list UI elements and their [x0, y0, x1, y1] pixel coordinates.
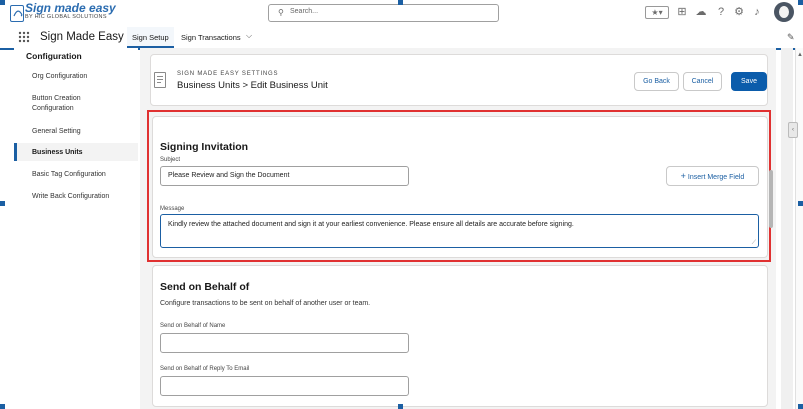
sidebar-item-button-creation[interactable]: Button Creation Configuration	[32, 94, 112, 114]
selection-handle	[798, 201, 803, 206]
trailhead-icon[interactable]: ☁	[695, 6, 707, 18]
search-placeholder: Search...	[290, 8, 319, 15]
selection-handle	[0, 201, 5, 206]
send-on-behalf-heading: Send on Behalf of	[160, 281, 250, 293]
sidebar-item-basic-tag[interactable]: Basic Tag Configuration	[32, 170, 132, 180]
sidebar-item-business-units[interactable]: Business Units	[32, 148, 132, 158]
sidebar-item-write-back[interactable]: Write Back Configuration	[32, 192, 132, 202]
help-icon[interactable]: ?	[715, 6, 727, 18]
tab-sign-transactions[interactable]: Sign Transactions	[181, 27, 241, 48]
selection-handle	[0, 0, 5, 5]
panel-collapse-icon[interactable]: ‹	[788, 122, 798, 138]
go-back-button[interactable]: Go Back	[634, 72, 679, 91]
sidebar-item-org-configuration[interactable]: Org Configuration	[32, 72, 132, 82]
logo-subtitle: BY HIC GLOBAL SOLUTIONS	[25, 14, 107, 20]
send-on-behalf-description: Configure transactions to be sent on beh…	[160, 300, 371, 307]
sidebar-active-indicator	[14, 143, 17, 161]
app-name: Sign Made Easy	[40, 31, 124, 43]
edit-nav-icon[interactable]: ✎	[787, 32, 795, 43]
scroll-up-arrow-icon[interactable]: ▲	[797, 52, 803, 58]
tab-sign-setup[interactable]: Sign Setup	[127, 27, 174, 49]
logo-title: Sign made easy	[25, 1, 116, 15]
add-icon[interactable]: ⊞	[676, 6, 688, 18]
notification-bell-icon[interactable]: ♪	[751, 6, 763, 18]
behalf-email-label: Send on Behalf of Reply To Email	[160, 366, 250, 372]
selection-handle	[398, 0, 403, 5]
save-button[interactable]: Save	[731, 72, 767, 91]
cancel-button[interactable]: Cancel	[683, 72, 722, 91]
highlight-box	[147, 110, 771, 262]
page-scrollbar-outer[interactable]	[795, 48, 803, 409]
settings-page-icon	[154, 72, 166, 88]
app-logo-icon	[10, 5, 24, 22]
content-scrollbar[interactable]	[766, 100, 776, 400]
behalf-email-input[interactable]	[160, 376, 409, 396]
page-title: Business Units > Edit Business Unit	[177, 80, 328, 91]
favorites-icon[interactable]: ★▾	[645, 6, 669, 19]
selection-handle	[798, 404, 803, 409]
selection-handle	[0, 404, 5, 409]
gear-icon[interactable]: ⚙	[733, 6, 745, 18]
sidebar-item-general-setting[interactable]: General Setting	[32, 127, 132, 137]
sidebar-heading: Configuration	[26, 51, 82, 61]
page-eyebrow: SIGN MADE EASY SETTINGS	[177, 71, 279, 77]
selection-handle	[798, 0, 803, 5]
behalf-name-label: Send on Behalf of Name	[160, 323, 226, 329]
avatar[interactable]	[774, 2, 794, 22]
app-launcher-icon[interactable]	[18, 30, 30, 43]
selection-handle	[398, 404, 403, 409]
search-icon: ⚲	[278, 8, 284, 17]
chevron-down-icon[interactable]: ⌵	[246, 31, 252, 41]
page-scrollbar[interactable]	[781, 48, 793, 409]
behalf-name-input[interactable]	[160, 333, 409, 353]
